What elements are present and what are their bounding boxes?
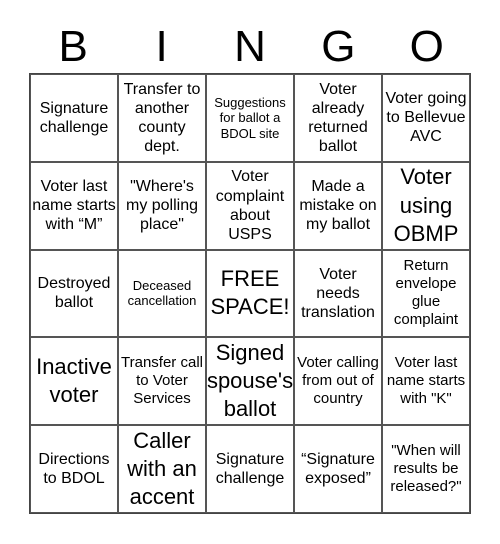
bingo-cell[interactable]: Voter using OBMP	[382, 161, 470, 250]
bingo-cell[interactable]: "Where's my polling place"	[118, 161, 206, 250]
bingo-cell[interactable]: Transfer to another county dept.	[118, 74, 206, 162]
bingo-cell[interactable]: Deceased cancellation	[118, 249, 206, 338]
bingo-cell[interactable]: Directions to BDOL	[30, 425, 118, 513]
bingo-cell[interactable]: Suggestions for ballot a BDOL site	[206, 74, 294, 162]
bingo-cell[interactable]: Voter last name starts with “M”	[30, 161, 118, 250]
bingo-grid: Signature challenge Transfer to another …	[29, 73, 471, 514]
header-letter-b: B	[58, 22, 88, 71]
bingo-cell[interactable]: Voter already returned ballot	[294, 74, 382, 162]
bingo-cell[interactable]: Inactive voter	[30, 337, 118, 426]
bingo-cell[interactable]: Voter last name starts with "K"	[382, 337, 470, 426]
bingo-cell[interactable]: Voter needs translation	[294, 249, 382, 338]
header-letter-n: N	[234, 22, 266, 71]
bingo-header: B I N G O	[29, 22, 471, 72]
header-letter-o: O	[409, 22, 444, 71]
bingo-cell[interactable]: Voter calling from out of country	[294, 337, 382, 426]
bingo-cell[interactable]: Signature challenge	[206, 425, 294, 513]
free-space-cell[interactable]: FREE SPACE!	[206, 249, 294, 338]
header-letter-i: I	[155, 22, 168, 71]
bingo-cell[interactable]: Caller with an accent	[118, 425, 206, 513]
header-letter-g: G	[321, 22, 356, 71]
bingo-cell[interactable]: Destroyed ballot	[30, 249, 118, 338]
bingo-cell[interactable]: Made a mistake on my ballot	[294, 161, 382, 250]
bingo-cell[interactable]: "When will results be released?"	[382, 425, 470, 513]
bingo-cell[interactable]: Signature challenge	[30, 74, 118, 162]
bingo-cell[interactable]: “Signature exposed”	[294, 425, 382, 513]
bingo-cell[interactable]: Return envelope glue complaint	[382, 249, 470, 338]
bingo-cell[interactable]: Signed spouse's ballot	[206, 337, 294, 426]
bingo-cell[interactable]: Voter complaint about USPS	[206, 161, 294, 250]
bingo-cell[interactable]: Transfer call to Voter Services	[118, 337, 206, 426]
bingo-cell[interactable]: Voter going to Bellevue AVC	[382, 74, 470, 162]
